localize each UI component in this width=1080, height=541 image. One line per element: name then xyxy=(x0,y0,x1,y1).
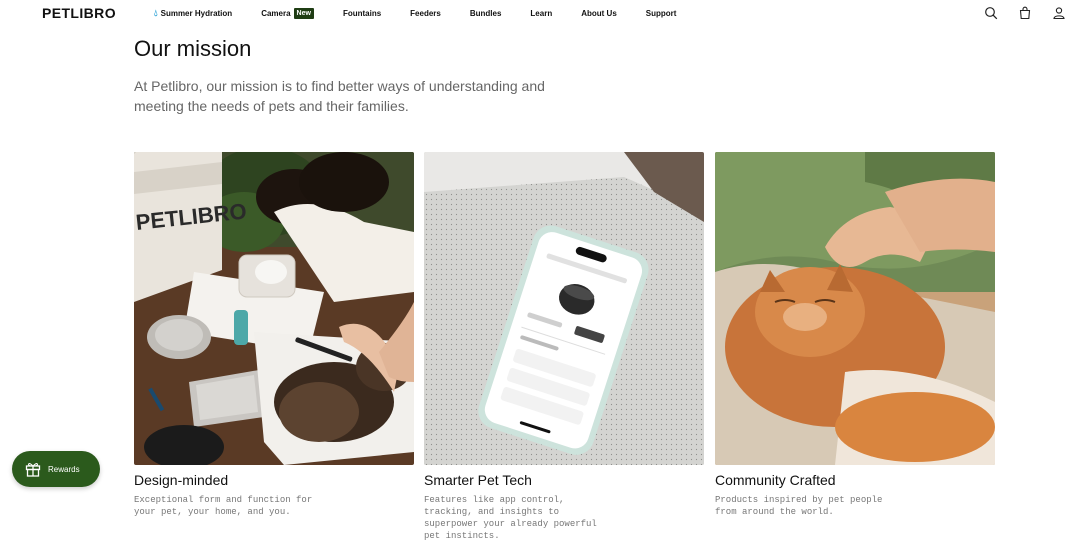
card-smarter-pet-tech: Smarter Pet Tech Features like app contr… xyxy=(424,152,704,541)
account-icon[interactable] xyxy=(1052,6,1066,20)
mission-description: At Petlibro, our mission is to find bett… xyxy=(134,78,545,114)
hand-petting-orange-cat-photo xyxy=(715,152,995,465)
nav-feeders[interactable]: Feeders xyxy=(410,9,441,18)
card-description: Features like app control, tracking, and… xyxy=(424,495,597,541)
card-design-minded: PETLIBRO Design-minded Exceptional form … xyxy=(134,152,414,518)
nav-learn[interactable]: Learn xyxy=(530,9,552,18)
card-image-illustration xyxy=(424,152,704,465)
nav-label: Camera xyxy=(261,9,291,18)
header-actions xyxy=(964,6,1066,20)
card-image-illustration: PETLIBRO xyxy=(134,152,414,465)
card-image-illustration xyxy=(715,152,995,465)
rewards-button[interactable]: Rewards xyxy=(12,451,100,487)
rewards-label: Rewards xyxy=(48,464,80,474)
petlibro-logo[interactable]: PETLIBRO xyxy=(42,5,116,21)
water-drops-icon: 💧︎ xyxy=(154,8,158,18)
card-description: Products inspired by pet people from aro… xyxy=(715,495,883,517)
main-nav: 💧︎ Summer Hydration Camera New Fountains… xyxy=(154,8,705,19)
mission-title: Our mission xyxy=(134,36,252,61)
gift-icon xyxy=(25,462,41,477)
new-badge: New xyxy=(293,8,314,19)
nav-bundles[interactable]: Bundles xyxy=(470,9,502,18)
nav-about-us[interactable]: About Us xyxy=(581,9,617,18)
card-title: Smarter Pet Tech xyxy=(424,472,532,488)
nav-summer-hydration[interactable]: 💧︎ Summer Hydration xyxy=(154,8,233,19)
smartphone-app-on-fabric-photo xyxy=(424,152,704,465)
card-title: Design-minded xyxy=(134,472,229,488)
nav-fountains[interactable]: Fountains xyxy=(343,9,381,18)
cart-icon[interactable] xyxy=(1018,6,1032,20)
search-icon[interactable] xyxy=(984,6,998,20)
nav-label: Summer Hydration xyxy=(160,9,233,18)
card-title: Community Crafted xyxy=(715,472,836,488)
nav-camera[interactable]: Camera New xyxy=(261,8,314,19)
card-community-crafted: Community Crafted Products inspired by p… xyxy=(715,152,995,518)
nav-support[interactable]: Support xyxy=(646,9,677,18)
card-description: Exceptional form and function for your p… xyxy=(134,495,313,517)
woman-designing-pet-products-with-cat-photo: PETLIBRO xyxy=(134,152,414,465)
site-header: PETLIBRO 💧︎ Summer Hydration Camera New … xyxy=(0,0,1080,28)
